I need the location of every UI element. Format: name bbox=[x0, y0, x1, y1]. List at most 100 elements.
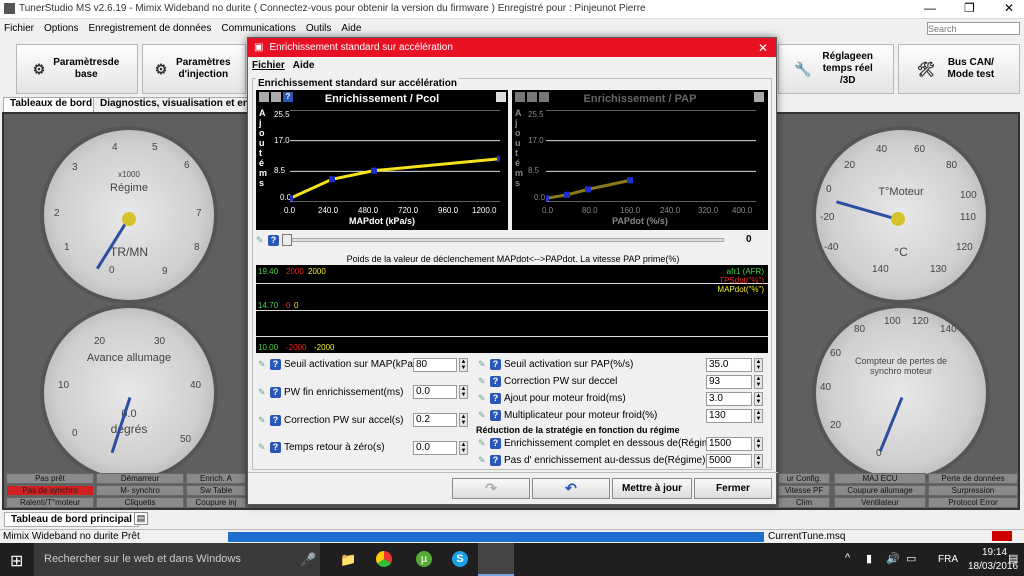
plot2-edit-icon[interactable] bbox=[527, 92, 537, 102]
data-point[interactable] bbox=[497, 155, 500, 162]
menu-outils[interactable]: Outils bbox=[306, 23, 332, 34]
plot1-menu-icon[interactable] bbox=[259, 92, 269, 102]
data-point[interactable] bbox=[585, 186, 591, 193]
search-input[interactable] bbox=[927, 22, 1020, 35]
help-icon[interactable]: ? bbox=[270, 359, 281, 370]
maximize-icon[interactable]: ❐ bbox=[964, 1, 975, 15]
field-cold-add-spinner[interactable]: ▲ ▼ bbox=[754, 392, 763, 406]
microphone-icon[interactable]: 🎤 bbox=[300, 552, 316, 568]
help-icon[interactable]: ? bbox=[270, 442, 281, 453]
field-return-time-spinner[interactable]: ▲ ▼ bbox=[459, 441, 468, 455]
dialog-menu-aide[interactable]: Aide bbox=[293, 60, 315, 71]
help-icon[interactable]: ? bbox=[268, 235, 279, 246]
field-no-enrich-spinner[interactable]: ▲ ▼ bbox=[754, 454, 763, 468]
advance-value: 0.0 bbox=[121, 408, 137, 420]
field-cold-mult-spinner[interactable]: ▲ ▼ bbox=[754, 409, 763, 423]
redo-button[interactable]: ↶ bbox=[532, 478, 610, 499]
sync-tick: 60 bbox=[830, 348, 842, 359]
injection-params-button[interactable]: ⚙ Paramètres d'injection bbox=[142, 44, 246, 94]
dialog-close-icon[interactable]: ✕ bbox=[758, 41, 768, 55]
trace-afr-max: 19.40 bbox=[258, 267, 279, 276]
field-pw-end-spinner[interactable]: ▲ ▼ bbox=[459, 385, 468, 399]
base-params-button[interactable]: ⚙ Paramètresde base bbox=[16, 44, 138, 94]
field-decel-spinner[interactable]: ▲ ▼ bbox=[754, 375, 763, 389]
tab-main-dashboard[interactable]: Tableau de bord principal bbox=[4, 512, 139, 527]
help-icon[interactable]: ? bbox=[490, 455, 501, 466]
field-pw-accel-spinner[interactable]: ▲ ▼ bbox=[459, 413, 468, 427]
field-tps-threshold-spinner[interactable]: ▲ ▼ bbox=[754, 358, 763, 372]
menu-enregistrement[interactable]: Enregistrement de données bbox=[88, 23, 211, 34]
notification-chevron-icon[interactable]: ^ bbox=[845, 552, 850, 564]
plot1-help-icon[interactable]: ? bbox=[283, 92, 293, 102]
help-icon[interactable]: ? bbox=[490, 359, 501, 370]
can-bus-button[interactable]: 🛠 Bus CAN/ Mode test bbox=[898, 44, 1020, 94]
temp-tick: 130 bbox=[930, 264, 947, 275]
field-tps-threshold-input[interactable]: 35.0 bbox=[706, 358, 752, 372]
tunerstudio-taskbar-icon[interactable] bbox=[478, 543, 514, 576]
sync-loss-needle bbox=[878, 396, 904, 452]
field-no-enrich-input[interactable]: 5000 bbox=[706, 454, 752, 468]
utorrent-icon[interactable]: µ bbox=[416, 551, 432, 567]
new-dashboard-icon[interactable]: ▤ bbox=[134, 512, 148, 525]
help-icon[interactable]: ? bbox=[490, 393, 501, 404]
plot1-canvas[interactable] bbox=[290, 110, 500, 202]
skype-icon[interactable]: S bbox=[452, 551, 468, 567]
action-center-icon[interactable]: ▤ bbox=[1008, 552, 1018, 565]
chat-icon[interactable]: ▭ bbox=[906, 552, 916, 565]
minimize-icon[interactable]: — bbox=[924, 1, 936, 15]
dialog-menu-fichier[interactable]: Fichier bbox=[252, 60, 285, 71]
help-icon[interactable]: ? bbox=[270, 387, 281, 398]
field-cold-mult-input[interactable]: 130 bbox=[706, 409, 752, 423]
plot1-expand-icon[interactable] bbox=[496, 92, 506, 102]
field-pw-end-input[interactable]: 0.0 bbox=[413, 385, 457, 399]
data-point[interactable] bbox=[627, 177, 633, 184]
volume-icon[interactable]: 🔊 bbox=[886, 552, 900, 565]
menu-aide[interactable]: Aide bbox=[341, 23, 361, 34]
field-return-time-input[interactable]: 0.0 bbox=[413, 441, 457, 455]
update-button[interactable]: Mettre à jour bbox=[612, 478, 692, 499]
realtime-tuning-button[interactable]: 🔧 Réglageen temps réel /3D bbox=[778, 44, 894, 94]
field-cold-add-input[interactable]: 3.0 bbox=[706, 392, 752, 406]
help-icon[interactable]: ? bbox=[490, 376, 501, 387]
menu-communications[interactable]: Communications bbox=[221, 23, 295, 34]
network-icon[interactable]: ▮ bbox=[866, 552, 872, 565]
advance-tick: 10 bbox=[58, 380, 70, 391]
plot1-edit-icon[interactable] bbox=[271, 92, 281, 102]
field-decel-label: Correction PW sur deccel bbox=[504, 376, 618, 387]
field-full-enrich-input[interactable]: 1500 bbox=[706, 437, 752, 451]
undo-button[interactable]: ↷ bbox=[452, 478, 530, 499]
injector-icon: ⚙ bbox=[154, 61, 168, 77]
help-icon[interactable]: ? bbox=[270, 415, 281, 426]
plot2-help-icon[interactable] bbox=[539, 92, 549, 102]
close-icon[interactable]: ✕ bbox=[1004, 1, 1014, 15]
field-full-enrich-spinner[interactable]: ▲ ▼ bbox=[754, 437, 763, 451]
data-point[interactable] bbox=[371, 167, 377, 174]
taskbar-search[interactable]: Rechercher sur le web et dans Windows bbox=[34, 543, 320, 576]
language-indicator[interactable]: FRA bbox=[938, 554, 958, 565]
temp-tick: 120 bbox=[956, 242, 973, 253]
data-point[interactable] bbox=[329, 176, 335, 183]
weight-slider-thumb[interactable] bbox=[282, 234, 292, 246]
windows-start-icon[interactable]: ⊞ bbox=[10, 551, 23, 571]
chrome-icon[interactable] bbox=[376, 551, 392, 567]
clock-time[interactable]: 19:14 bbox=[982, 547, 1007, 558]
weight-slider[interactable] bbox=[284, 238, 724, 242]
plot2-menu-icon[interactable] bbox=[515, 92, 525, 102]
folder-icon[interactable]: 📁 bbox=[340, 552, 356, 568]
field-map-threshold-spinner[interactable]: ▲ ▼ bbox=[459, 358, 468, 372]
help-icon[interactable]: ? bbox=[490, 410, 501, 421]
data-point[interactable] bbox=[290, 195, 293, 202]
menu-fichier[interactable]: Fichier bbox=[4, 23, 34, 34]
menu-options[interactable]: Options bbox=[44, 23, 78, 34]
plot2-canvas[interactable] bbox=[546, 110, 756, 202]
plot2-expand-icon[interactable] bbox=[754, 92, 764, 102]
help-icon[interactable]: ? bbox=[490, 438, 501, 449]
field-pw-accel-input[interactable]: 0.2 bbox=[413, 413, 457, 427]
field-decel-input[interactable]: 93 bbox=[706, 375, 752, 389]
close-button[interactable]: Fermer bbox=[694, 478, 772, 499]
data-point[interactable] bbox=[564, 191, 570, 198]
field-map-threshold-input[interactable]: 80 bbox=[413, 358, 457, 372]
tab-dashboards[interactable]: Tableaux de bord bbox=[3, 97, 100, 112]
pencil-icon: ✎ bbox=[478, 359, 486, 369]
data-point[interactable] bbox=[546, 195, 549, 202]
